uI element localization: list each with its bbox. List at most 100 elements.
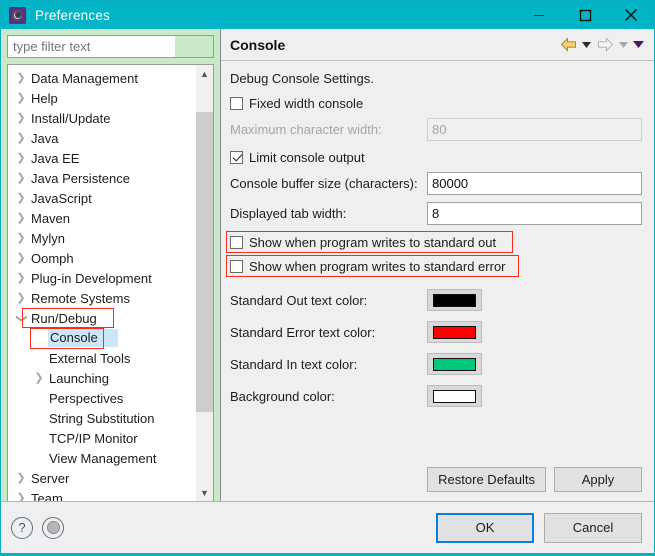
max-char-width-input	[427, 117, 642, 141]
standard-out-text-color-swatch-button[interactable]	[427, 289, 482, 311]
scrollbar-thumb[interactable]	[196, 112, 213, 412]
back-button[interactable]	[557, 34, 579, 56]
show-stderr-row[interactable]: Show when program writes to standard err…	[226, 254, 642, 278]
background-color-row: Background color:	[230, 380, 642, 412]
sidebar-item-help[interactable]: ❯ Help	[8, 88, 195, 108]
sidebar-item-team[interactable]: ❯ Team	[8, 488, 195, 502]
sidebar-item-console[interactable]: Console	[8, 328, 195, 349]
restore-defaults-button[interactable]: Restore Defaults	[427, 467, 546, 492]
standard-error-text-color-swatch-button[interactable]	[427, 321, 482, 343]
filter-box[interactable]	[7, 35, 214, 58]
close-button[interactable]	[608, 1, 654, 29]
forward-history-button[interactable]	[616, 34, 631, 56]
limit-console-output-checkbox[interactable]	[230, 150, 243, 164]
tree-scrollbar[interactable]: ▲ ▼	[195, 65, 213, 501]
show-stderr-label: Show when program writes to standard err…	[249, 258, 506, 274]
chevron-right-icon[interactable]: ❯	[12, 252, 30, 264]
chevron-right-icon[interactable]: ❯	[12, 92, 30, 104]
sidebar-item-label: Data Management	[31, 70, 138, 86]
background-color-swatch	[433, 389, 476, 403]
forward-button[interactable]	[594, 34, 616, 56]
show-stderr-checkbox[interactable]	[230, 259, 243, 273]
forward-arrow-icon	[597, 37, 613, 52]
back-history-button[interactable]	[579, 34, 594, 56]
sidebar-item-data-management[interactable]: ❯ Data Management	[8, 68, 195, 88]
console-buffer-size-row: Console buffer size (characters):	[230, 169, 642, 197]
apply-button[interactable]: Apply	[554, 467, 642, 492]
settings-pane: Console Debug Console Settings. Fixed wi…	[220, 29, 654, 501]
sidebar-item-java-ee[interactable]: ❯ Java EE	[8, 148, 195, 168]
chevron-right-icon[interactable]: ❯	[12, 212, 30, 224]
chevron-down-icon[interactable]: ❯	[16, 309, 28, 327]
sidebar-item-plug-in-development[interactable]: ❯ Plug-in Development	[8, 268, 195, 288]
tree-items[interactable]: ❯ Data Management ❯ Help ❯ Install/Update ❯ Jav…	[8, 65, 195, 502]
sidebar-item-perspectives[interactable]: Perspectives	[8, 388, 195, 408]
maximize-icon	[579, 9, 591, 21]
sidebar-item-label: Console	[48, 329, 118, 347]
sidebar-item-mylyn[interactable]: ❯ Mylyn	[8, 228, 195, 248]
sidebar-item-install-update[interactable]: ❯ Install/Update	[8, 108, 195, 128]
sidebar-item-view-management[interactable]: View Management	[8, 448, 195, 468]
dialog-footer: ? OK Cancel	[1, 501, 654, 553]
sidebar-item-label: Mylyn	[31, 230, 65, 246]
back-arrow-icon	[560, 37, 576, 52]
minimize-button[interactable]	[516, 1, 562, 29]
sidebar-item-java[interactable]: ❯ Java	[8, 128, 195, 148]
sidebar-item-label: Team	[31, 490, 63, 502]
chevron-right-icon[interactable]: ❯	[12, 192, 30, 204]
sidebar-item-tcp-ip-monitor[interactable]: TCP/IP Monitor	[8, 428, 195, 448]
sidebar-item-java-persistence[interactable]: ❯ Java Persistence	[8, 168, 195, 188]
search-input[interactable]	[8, 36, 175, 57]
show-stdout-checkbox[interactable]	[230, 235, 243, 249]
view-menu-caret-icon	[633, 41, 644, 48]
chevron-right-icon[interactable]: ❯	[12, 152, 30, 164]
sidebar-item-javascript[interactable]: ❯ JavaScript	[8, 188, 195, 208]
sidebar-item-string-substitution[interactable]: String Substitution	[8, 408, 195, 428]
fixed-width-console-checkbox[interactable]	[230, 96, 243, 110]
sidebar-item-label: Launching	[49, 370, 109, 386]
displayed-tab-width-input[interactable]	[427, 201, 642, 225]
scroll-up-icon[interactable]: ▲	[196, 65, 213, 82]
intro-text: Debug Console Settings.	[230, 71, 374, 86]
chevron-right-icon[interactable]: ❯	[12, 292, 30, 304]
view-menu-button[interactable]	[631, 34, 646, 56]
sidebar-item-label: Oomph	[31, 250, 74, 266]
maximize-button[interactable]	[562, 1, 608, 29]
fixed-width-console-row[interactable]: Fixed width console	[230, 91, 642, 115]
limit-console-output-row[interactable]: Limit console output	[230, 145, 642, 169]
show-stdout-row[interactable]: Show when program writes to standard out	[226, 230, 642, 254]
cancel-button[interactable]: Cancel	[544, 512, 642, 543]
chevron-right-icon[interactable]: ❯	[12, 272, 30, 284]
console-settings-form: Debug Console Settings. Fixed width cons…	[221, 61, 654, 467]
background-color-swatch-button[interactable]	[427, 385, 482, 407]
preferences-tree-pane: ❯Data Management❯Help❯Install/Update❯Jav…	[1, 29, 220, 501]
displayed-tab-width-label: Displayed tab width:	[230, 205, 347, 221]
standard-error-text-color-label: Standard Error text color:	[230, 324, 376, 340]
sidebar-item-server[interactable]: ❯ Server	[8, 468, 195, 488]
sidebar-item-run-debug[interactable]: ❯ Run/Debug	[8, 308, 195, 328]
chevron-right-icon[interactable]: ❯	[12, 72, 30, 84]
scroll-down-icon[interactable]: ▼	[196, 484, 213, 501]
chevron-right-icon[interactable]: ❯	[12, 172, 30, 184]
sidebar-item-launching[interactable]: ❯ Launching	[8, 368, 195, 388]
chevron-right-icon[interactable]: ❯	[12, 492, 30, 501]
apply-and-close-icon[interactable]	[42, 516, 64, 539]
sidebar-item-maven[interactable]: ❯ Maven	[8, 208, 195, 228]
chevron-right-icon[interactable]: ❯	[30, 372, 48, 384]
chevron-right-icon[interactable]: ❯	[12, 472, 30, 484]
sidebar-item-oomph[interactable]: ❯ Oomph	[8, 248, 195, 268]
sidebar-item-label: TCP/IP Monitor	[49, 430, 138, 446]
sidebar-item-remote-systems[interactable]: ❯ Remote Systems	[8, 288, 195, 308]
sidebar-item-external-tools[interactable]: External Tools	[8, 348, 195, 368]
chevron-right-icon[interactable]: ❯	[12, 112, 30, 124]
chevron-right-icon[interactable]: ❯	[12, 132, 30, 144]
filter-clear-icon[interactable]	[175, 36, 213, 57]
ok-button[interactable]: OK	[436, 512, 534, 543]
sidebar-item-label: Run/Debug	[31, 310, 97, 326]
console-buffer-size-input[interactable]	[427, 171, 642, 195]
sidebar-item-label: Server	[31, 470, 70, 486]
help-icon[interactable]: ?	[11, 516, 33, 539]
chevron-right-icon[interactable]: ❯	[12, 232, 30, 244]
sidebar-item-label: Java Persistence	[31, 170, 130, 186]
standard-in-text-color-swatch-button[interactable]	[427, 353, 482, 375]
